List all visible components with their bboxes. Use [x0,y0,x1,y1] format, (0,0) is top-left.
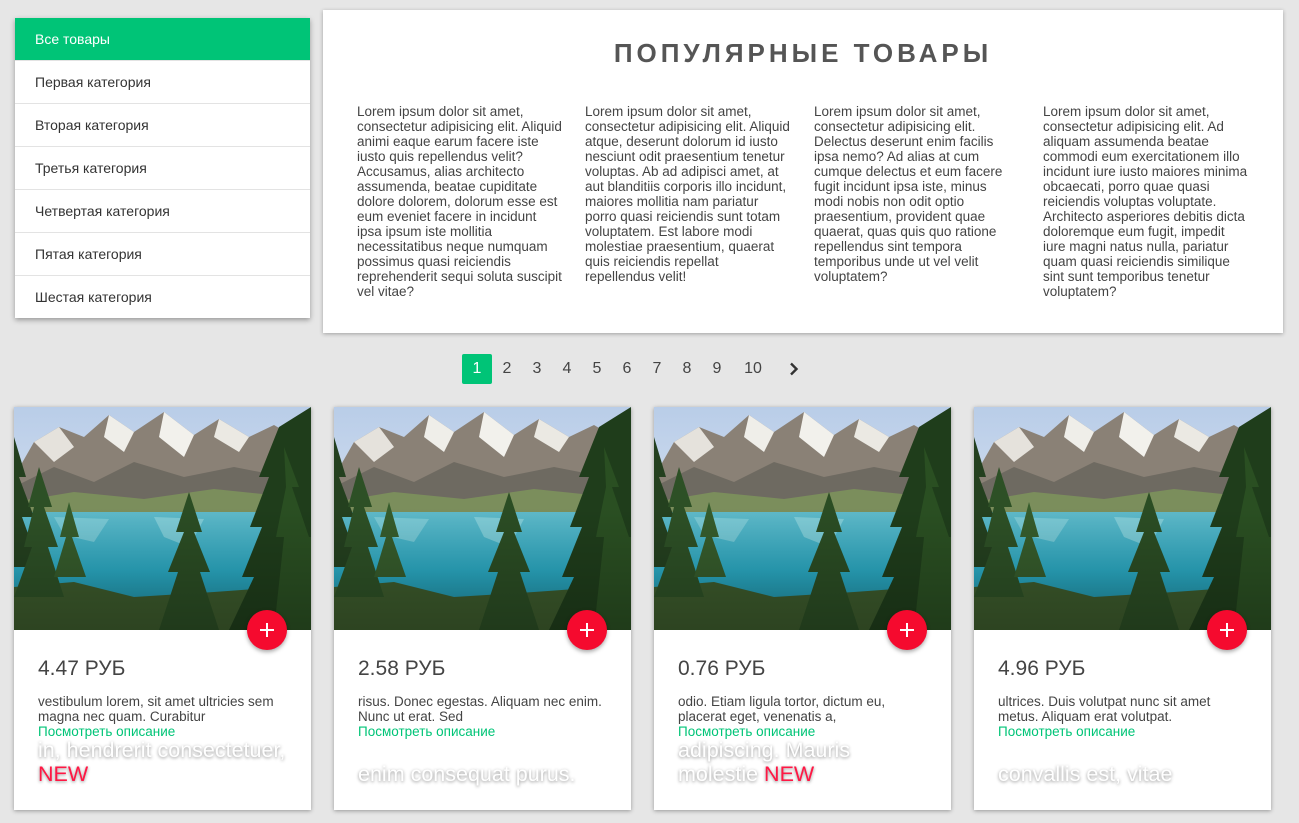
page-4[interactable]: 4 [552,354,582,384]
product-price: 4.47 РУБ [38,657,126,680]
view-description-link[interactable]: Посмотреть описание [678,724,815,739]
product-card: in, hendrerit consectetuer, NEW 4.47 РУБ… [14,407,311,810]
product-title: convallis est, vitae [998,762,1173,786]
add-to-cart-button[interactable] [247,610,287,650]
sidebar-item-fifth[interactable]: Пятая категория [15,232,310,275]
view-description-link[interactable]: Посмотреть описание [998,724,1135,739]
page-5[interactable]: 5 [582,354,612,384]
product-image [14,407,311,630]
plus-icon [1220,623,1234,637]
product-description: odio. Etiam ligula tortor, dictum eu, pl… [678,694,886,724]
new-badge: NEW [38,762,89,786]
add-to-cart-button[interactable] [1207,610,1247,650]
view-description-link[interactable]: Посмотреть описание [38,724,175,739]
page-9[interactable]: 9 [702,354,732,384]
next-page-button[interactable] [774,354,814,384]
product-description: vestibulum lorem, sit amet ultricies sem… [38,694,274,724]
add-to-cart-button[interactable] [887,610,927,650]
product-description: risus. Donec egestas. Aliquam nec enim. … [358,694,602,724]
product-image [654,407,951,630]
about-text-column-1: Lorem ipsum dolor sit amet, consectetur … [357,104,562,299]
product-image [974,407,1271,630]
product-card: convallis est, vitae 4.96 РУБ ultrices. … [974,407,1271,810]
page-10[interactable]: 10 [732,354,774,384]
product-card: enim consequat purus. 2.58 РУБ risus. Do… [334,407,631,810]
page-2[interactable]: 2 [492,354,522,384]
pagination: 1 2 3 4 5 6 7 8 9 10 [462,354,814,384]
plus-icon [580,623,594,637]
sidebar-item-second[interactable]: Вторая категория [15,103,310,146]
page-6[interactable]: 6 [612,354,642,384]
page-3[interactable]: 3 [522,354,552,384]
category-sidebar: Все товары Первая категория Вторая катег… [15,18,310,318]
sidebar-item-third[interactable]: Третья категория [15,146,310,189]
add-to-cart-button[interactable] [567,610,607,650]
product-price: 0.76 РУБ [678,657,766,680]
new-badge: NEW [764,762,815,786]
popular-products-panel: ПОПУЛЯРНЫЕ ТОВАРЫ Lorem ipsum dolor sit … [323,10,1283,333]
sidebar-item-first[interactable]: Первая категория [15,60,310,103]
view-description-link[interactable]: Посмотреть описание [358,724,495,739]
product-title: enim consequat purus. [358,762,576,786]
product-price: 2.58 РУБ [358,657,446,680]
page-title: ПОПУЛЯРНЫЕ ТОВАРЫ [613,38,993,68]
sidebar-item-fourth[interactable]: Четвертая категория [15,189,310,232]
product-description: ultrices. Duis volutpat nunc sit amet me… [998,694,1211,724]
sidebar-item-sixth[interactable]: Шестая категория [15,275,310,318]
product-title: in, hendrerit consectetuer, NEW [38,738,286,786]
about-text-column-4: Lorem ipsum dolor sit amet, consectetur … [1043,104,1248,299]
about-text-column-2: Lorem ipsum dolor sit amet, consectetur … [585,104,790,284]
sidebar-item-all[interactable]: Все товары [15,18,310,60]
page-8[interactable]: 8 [672,354,702,384]
chevron-right-icon [790,362,799,376]
product-title: adipiscing. Mauris molestie NEW [678,738,851,786]
plus-icon [900,623,914,637]
about-text-column-3: Lorem ipsum dolor sit amet, consectetur … [814,104,1003,284]
product-image [334,407,631,630]
page-7[interactable]: 7 [642,354,672,384]
product-card: adipiscing. Mauris molestie NEW 0.76 РУБ… [654,407,951,810]
plus-icon [260,623,274,637]
page-1[interactable]: 1 [462,354,492,384]
product-price: 4.96 РУБ [998,657,1086,680]
